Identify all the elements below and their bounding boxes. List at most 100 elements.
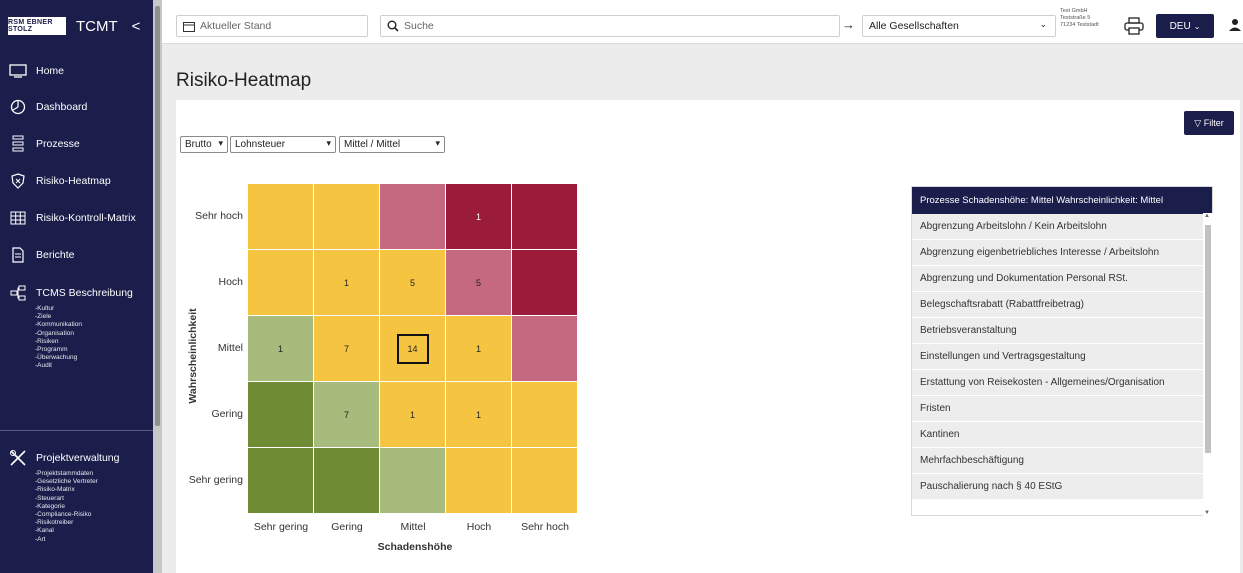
heatmap-cell[interactable]: 5 (446, 250, 511, 315)
heatmap-cell[interactable] (380, 184, 445, 249)
search-input[interactable]: Suche (380, 15, 840, 37)
project-sub-item[interactable]: -Risikotreiber (35, 519, 98, 527)
heatmap-cell[interactable]: 1 (314, 250, 379, 315)
heatmap-cell[interactable]: 7 (314, 316, 379, 381)
chevron-down-icon: ⌄ (1193, 21, 1201, 31)
steuerart-select[interactable]: Lohnsteuer ▾ (230, 136, 336, 153)
user-icon[interactable] (1229, 18, 1243, 34)
status-field[interactable]: Aktueller Stand (176, 15, 368, 37)
brutto-select[interactable]: Brutto ▾ (180, 136, 228, 153)
nav-prozesse-label: Prozesse (36, 138, 80, 150)
process-panel: Prozesse Schadenshöhe: Mittel Wahrschein… (911, 186, 1213, 516)
nav-tcms-beschreibung[interactable]: TCMS Beschreibung (8, 283, 133, 303)
heatmap-cell[interactable] (248, 250, 313, 315)
process-list-item[interactable]: Einstellungen und Vertragsgestaltung (912, 344, 1212, 370)
nav-berichte[interactable]: Berichte (8, 245, 75, 265)
heatmap-cell[interactable]: 1 (380, 382, 445, 447)
process-list-item[interactable]: Kantinen (912, 422, 1212, 448)
heatmap-cell[interactable] (512, 184, 577, 249)
page-title: Risiko-Heatmap (176, 70, 312, 91)
project-sub-item[interactable]: -Gesetzliche Vertreter (35, 478, 98, 486)
panel-scrollbar[interactable]: ▲ ▼ (1203, 213, 1213, 516)
tools-icon (8, 449, 28, 467)
process-list-item[interactable]: Abgrenzung Arbeitslohn / Kein Arbeitsloh… (912, 214, 1212, 240)
document-icon (8, 246, 28, 264)
heatmap-cell[interactable] (380, 448, 445, 513)
matrix-position-select[interactable]: Mittel / Mittel ▾ (339, 136, 445, 153)
nav-risiko-kontroll-matrix[interactable]: Risiko-Kontroll-Matrix (8, 208, 136, 228)
company-select[interactable]: Alle Gesellschaften ⌄ (862, 15, 1056, 37)
topbar: Aktueller Stand Suche → Alle Gesellschaf… (162, 0, 1243, 44)
process-list-item[interactable]: Fristen (912, 396, 1212, 422)
heatmap-cell[interactable] (512, 448, 577, 513)
heatmap-cell[interactable] (314, 184, 379, 249)
filter-button[interactable]: ▽ Filter (1184, 111, 1234, 135)
nav-prozesse[interactable]: Prozesse (8, 134, 80, 154)
heatmap-cell[interactable]: 5 (380, 250, 445, 315)
heatmap-cell[interactable]: 14 (380, 316, 445, 381)
process-list-item[interactable]: Erstattung von Reisekosten - Allgemeines… (912, 370, 1212, 396)
heatmap-cell[interactable]: 7 (314, 382, 379, 447)
heatmap-cell[interactable]: 1 (446, 316, 511, 381)
heatmap-cell[interactable] (512, 382, 577, 447)
tcms-sub-item[interactable]: -Organisation (35, 330, 82, 338)
print-icon[interactable] (1124, 17, 1144, 35)
heatmap-cell-count: 1 (475, 343, 481, 354)
search-submit-arrow-icon[interactable]: → (842, 17, 855, 32)
heatmap-cell[interactable]: 1 (446, 382, 511, 447)
scroll-down-icon[interactable]: ▼ (1204, 510, 1210, 516)
tcms-sub-item[interactable]: -Kultur (35, 305, 82, 313)
project-sub-item[interactable]: -Projektstammdaten (35, 470, 98, 478)
sidebar-scroll-thumb[interactable] (155, 6, 160, 426)
process-list-item[interactable]: Belegschaftsrabatt (Rabattfreibetrag) (912, 292, 1212, 318)
project-sub-item[interactable]: -Art (35, 536, 98, 544)
project-sub-item[interactable]: -Risiko-Matrix (35, 486, 98, 494)
heatmap-cell[interactable] (512, 250, 577, 315)
collapse-sidebar-button[interactable]: < (132, 18, 141, 35)
company-info-line: 71234 Teststadt (1060, 22, 1099, 28)
project-sub-item[interactable]: -Compliance-Risiko (35, 511, 98, 519)
heatmap-cell[interactable]: 1 (446, 184, 511, 249)
process-list-item[interactable]: Pauschalierung nach § 40 EStG (912, 474, 1212, 500)
nav-risiko-heatmap[interactable]: Risiko-Heatmap (8, 171, 111, 191)
heatmap-cell[interactable]: 1 (248, 316, 313, 381)
heatmap-cell-count: 1 (277, 343, 283, 354)
nav-projektverwaltung[interactable]: Projektverwaltung (8, 448, 119, 468)
heatmap-cell[interactable] (248, 382, 313, 447)
tcms-sub-item[interactable]: -Ziele (35, 313, 82, 321)
heatmap-cell[interactable] (446, 448, 511, 513)
scroll-up-icon[interactable]: ▲ (1204, 213, 1210, 219)
company-info: Test GmbH Teststraße 5 71234 Teststadt (1060, 8, 1099, 29)
tcms-sub-item[interactable]: -Risiken (35, 338, 82, 346)
hierarchy-icon (8, 284, 28, 302)
y-axis-title: Wahrscheinlichkeit (187, 308, 199, 404)
project-sub-item[interactable]: -Kanal (35, 527, 98, 535)
app-title: TCMT (76, 17, 118, 35)
language-select[interactable]: DEU ⌄ (1156, 14, 1214, 38)
heatmap-cell[interactable] (248, 448, 313, 513)
tcms-sub-item[interactable]: -Audit (35, 362, 82, 370)
heatmap-cell[interactable] (512, 316, 577, 381)
heatmap-cell[interactable] (248, 184, 313, 249)
heatmap-col-label: Hoch (466, 521, 492, 533)
nav-home-label: Home (36, 65, 65, 77)
nav-dashboard[interactable]: Dashboard (8, 97, 87, 117)
process-list-item[interactable]: Mehrfachbeschäftigung (912, 448, 1212, 474)
tcms-sub-item[interactable]: -Kommunikation (35, 321, 82, 329)
risk-heatmap: 1 1 5 5 1 7 14 1 7 1 1 (248, 184, 578, 516)
tcms-sub-item[interactable]: -Überwachung (35, 354, 82, 362)
sidebar-scrollbar[interactable] (153, 0, 162, 573)
nav-home[interactable]: Home (8, 61, 64, 81)
project-sub-item[interactable]: -Steuerart (35, 495, 98, 503)
process-list-item[interactable]: Betriebsveranstaltung (912, 318, 1212, 344)
grid-icon (8, 209, 28, 227)
heatmap-cell[interactable] (314, 448, 379, 513)
tcms-sub-item[interactable]: -Programm (35, 346, 82, 354)
language-value: DEU (1169, 20, 1191, 32)
process-list-item[interactable]: Abgrenzung und Dokumentation Personal RS… (912, 266, 1212, 292)
process-icon (8, 135, 28, 153)
monitor-icon (8, 62, 28, 80)
project-sub-item[interactable]: -Kategorie (35, 503, 98, 511)
process-list-item[interactable]: Abgrenzung eigenbetriebliches Interesse … (912, 240, 1212, 266)
panel-scroll-thumb[interactable] (1205, 225, 1211, 453)
